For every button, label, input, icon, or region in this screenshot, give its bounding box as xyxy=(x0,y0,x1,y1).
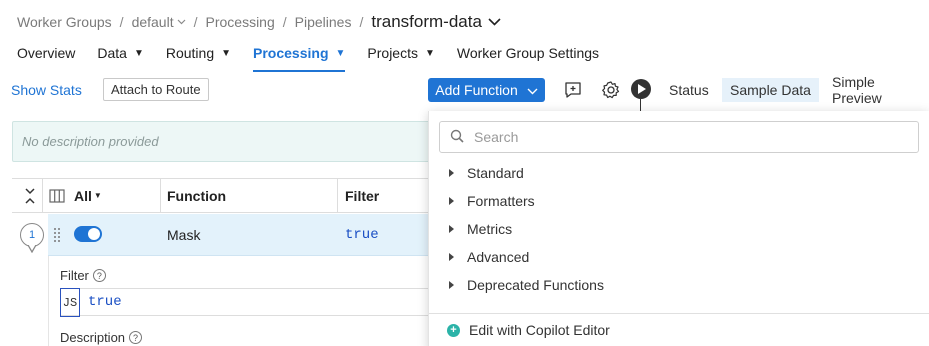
pipeline-title[interactable]: transform-data xyxy=(371,12,482,32)
tab-worker-group-settings[interactable]: Worker Group Settings xyxy=(457,40,599,64)
search-input[interactable] xyxy=(474,129,894,145)
tab-label: Worker Group Settings xyxy=(456,45,600,61)
description-label-text: Description xyxy=(60,330,126,345)
function-enabled-toggle[interactable] xyxy=(74,226,102,242)
chevron-down-icon[interactable] xyxy=(177,17,186,28)
breadcrumb-separator: / xyxy=(193,14,198,30)
tab-projects[interactable]: Projects ▼ xyxy=(367,40,434,64)
tabs-bar: Overview Data ▼ Routing ▼ Processing ▼ Proj… xyxy=(17,40,621,72)
row-detail-guide xyxy=(48,256,49,346)
category-deprecated-functions[interactable]: Deprecated Functions xyxy=(449,275,604,295)
play-connector xyxy=(640,99,641,111)
category-label: Standard xyxy=(467,165,524,181)
tab-routing[interactable]: Routing ▼ xyxy=(166,40,231,64)
table-row[interactable] xyxy=(48,214,452,256)
caret-down-icon: ▼ xyxy=(93,191,102,200)
simple-preview-tab[interactable]: Simple Preview xyxy=(824,74,929,106)
tab-label: Data xyxy=(97,45,127,61)
pipeline-description[interactable]: No description provided xyxy=(12,121,452,162)
help-icon[interactable]: ? xyxy=(129,331,143,344)
caret-right-icon xyxy=(449,169,454,177)
caret-down-icon: ▼ xyxy=(424,47,435,59)
tab-label: Processing xyxy=(253,45,329,61)
category-label: Deprecated Functions xyxy=(467,277,604,293)
breadcrumb-separator: / xyxy=(282,14,287,30)
play-icon[interactable] xyxy=(631,79,651,99)
tab-label: Overview xyxy=(17,45,76,61)
column-header-filter[interactable]: Filter xyxy=(345,179,379,212)
column-divider xyxy=(42,179,43,212)
caret-right-icon xyxy=(449,197,454,205)
filter-value-cell: true xyxy=(345,227,379,243)
category-label: Advanced xyxy=(467,249,530,265)
category-metrics[interactable]: Metrics xyxy=(449,219,512,239)
function-number-badge: 1 xyxy=(20,223,44,247)
tab-label: Routing xyxy=(165,45,215,61)
caret-down-icon: ▼ xyxy=(335,47,346,59)
column-divider xyxy=(160,179,161,212)
column-divider xyxy=(337,179,338,212)
category-label: Metrics xyxy=(467,221,513,237)
category-advanced[interactable]: Advanced xyxy=(449,247,529,267)
sample-data-tab[interactable]: Sample Data xyxy=(722,78,819,102)
tab-label: Projects xyxy=(367,45,418,61)
attach-to-route-button[interactable]: Attach to Route xyxy=(103,78,209,101)
help-icon[interactable]: ? xyxy=(92,269,106,282)
caret-right-icon xyxy=(449,225,454,233)
breadcrumb-processing[interactable]: Processing xyxy=(206,14,275,30)
tab-overview[interactable]: Overview xyxy=(17,40,75,64)
columns-icon[interactable] xyxy=(49,179,65,212)
filter-label: Filter ? xyxy=(60,268,106,283)
filter-label-text: Filter xyxy=(60,268,89,283)
tab-processing[interactable]: Processing ▼ xyxy=(253,40,346,72)
drag-handle-icon[interactable] xyxy=(54,227,60,243)
add-function-dropdown: Standard Formatters Metrics Advanced Dep… xyxy=(428,111,929,346)
add-function-label: Add Function xyxy=(435,82,518,98)
tab-data[interactable]: Data ▼ xyxy=(97,40,143,64)
caret-right-icon xyxy=(449,281,454,289)
js-language-badge: JS xyxy=(60,288,80,317)
status-tab[interactable]: Status xyxy=(661,78,717,102)
filter-expression-value[interactable]: true xyxy=(88,294,122,310)
all-select-dropdown[interactable]: All ▼ xyxy=(74,179,102,212)
function-name-cell: Mask xyxy=(167,227,201,243)
gear-icon[interactable] xyxy=(599,78,623,102)
copilot-plus-icon: + xyxy=(447,323,460,337)
chevron-down-icon[interactable] xyxy=(488,18,501,26)
functions-table-header: All ▼ Function Filter xyxy=(12,178,452,213)
breadcrumb-worker-groups[interactable]: Worker Groups xyxy=(17,14,112,30)
breadcrumb-separator: / xyxy=(359,14,364,30)
category-formatters[interactable]: Formatters xyxy=(449,191,535,211)
all-label: All xyxy=(74,187,92,204)
edit-with-copilot-button[interactable]: + Edit with Copilot Editor xyxy=(447,320,610,340)
breadcrumb-pipelines[interactable]: Pipelines xyxy=(295,14,352,30)
column-header-function[interactable]: Function xyxy=(167,179,226,212)
breadcrumb: Worker Groups / default / Processing / P… xyxy=(17,12,501,32)
chevron-down-icon xyxy=(527,82,538,98)
collapse-all-icon[interactable] xyxy=(24,179,36,212)
add-comment-icon[interactable] xyxy=(561,78,585,102)
add-function-button[interactable]: Add Function xyxy=(428,78,545,102)
category-label: Formatters xyxy=(467,193,535,209)
function-search-field[interactable] xyxy=(439,121,919,153)
dropdown-divider xyxy=(429,313,929,314)
category-standard[interactable]: Standard xyxy=(449,163,524,183)
breadcrumb-separator: / xyxy=(119,14,124,30)
pin-icon xyxy=(28,245,36,253)
breadcrumb-default[interactable]: default xyxy=(132,14,174,30)
caret-right-icon xyxy=(449,253,454,261)
caret-down-icon: ▼ xyxy=(221,47,232,59)
show-stats-link[interactable]: Show Stats xyxy=(11,82,82,98)
caret-down-icon: ▼ xyxy=(133,47,144,59)
description-label: Description ? xyxy=(60,330,143,345)
search-icon xyxy=(450,129,464,146)
copilot-label: Edit with Copilot Editor xyxy=(469,322,610,338)
